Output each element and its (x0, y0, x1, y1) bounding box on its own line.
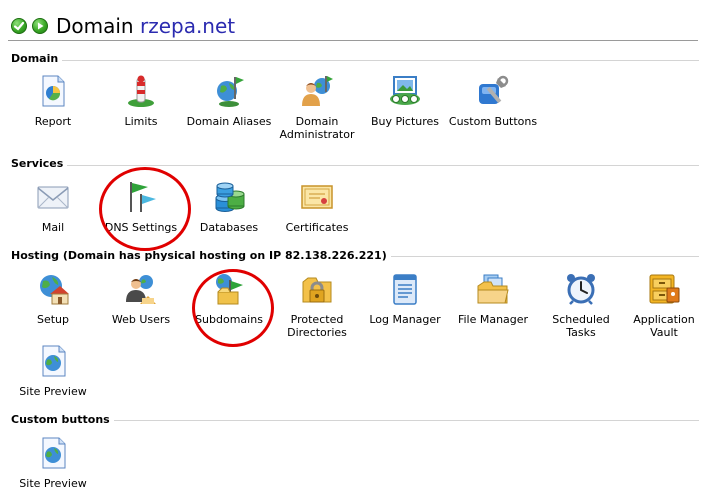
section-divider (11, 420, 699, 421)
domain-aliases-icon (212, 74, 246, 108)
site-preview-icon (36, 436, 70, 470)
tile-report[interactable]: Report (8, 74, 98, 128)
tile-scheduled-tasks[interactable]: Scheduled Tasks (536, 272, 626, 339)
forward-button[interactable] (32, 18, 48, 34)
page-title-prefix: Domain (56, 14, 134, 38)
log-manager-icon (388, 272, 422, 306)
buy-pictures-icon (388, 74, 422, 108)
tile-setup[interactable]: Setup (8, 272, 98, 326)
web-users-icon (124, 272, 158, 306)
page-title: Domain rzepa.net (56, 13, 235, 39)
checkmark-icon (13, 21, 25, 31)
tile-label: File Manager (457, 313, 529, 326)
tile-label: Scheduled Tasks (552, 313, 610, 339)
domain-administrator-icon (300, 74, 334, 108)
custom-buttons-icon (476, 74, 510, 108)
scheduled-tasks-icon (564, 272, 598, 306)
tile-label: Buy Pictures (370, 115, 440, 128)
tile-domain-administrator[interactable]: Domain Administrator (272, 74, 362, 141)
tile-label: Web Users (111, 313, 171, 326)
page-title-domain: rzepa.net (139, 14, 236, 38)
tile-custom-site-preview[interactable]: Site Preview (8, 436, 98, 490)
application-vault-icon (647, 272, 681, 306)
header-divider (8, 40, 698, 41)
section-title-custom-buttons: Custom buttons (11, 413, 114, 427)
mail-icon (36, 180, 70, 214)
tile-custom-buttons[interactable]: Custom Buttons (448, 74, 538, 128)
tile-site-preview[interactable]: Site Preview (8, 344, 98, 398)
report-icon (36, 74, 70, 108)
tile-domain-aliases[interactable]: Domain Aliases (184, 74, 274, 128)
tile-label: Setup (36, 313, 70, 326)
section-title-services: Services (11, 157, 68, 171)
tile-label: Certificates (285, 221, 349, 234)
subdomains-icon (212, 272, 246, 306)
tile-label: Domain Administrator (279, 115, 355, 141)
tile-log-manager[interactable]: Log Manager (360, 272, 450, 326)
tile-file-manager[interactable]: File Manager (448, 272, 538, 326)
tile-buy-pictures[interactable]: Buy Pictures (360, 74, 450, 128)
file-manager-icon (476, 272, 510, 306)
tile-label: Databases (199, 221, 259, 234)
tile-label: Protected Directories (287, 313, 347, 339)
tile-label: Application Vault (633, 313, 695, 339)
limits-icon (124, 74, 158, 108)
tile-label: Subdomains (195, 313, 263, 326)
tile-certificates[interactable]: Certificates (272, 180, 362, 234)
tile-label: Custom Buttons (448, 115, 538, 128)
section-divider (11, 165, 699, 166)
tile-label: Report (34, 115, 72, 128)
tile-databases[interactable]: Databases (184, 180, 274, 234)
play-arrow-icon (38, 22, 44, 30)
tile-label: Site Preview (19, 385, 87, 398)
page-header: Domain rzepa.net (0, 0, 703, 42)
section-title-hosting: Hosting (Domain has physical hosting on … (11, 249, 391, 263)
tile-dns-settings[interactable]: DNS Settings (96, 180, 186, 234)
tile-label: Mail (41, 221, 65, 234)
protected-directories-icon (300, 272, 334, 306)
tile-label: Site Preview (19, 477, 87, 490)
tile-web-users[interactable]: Web Users (96, 272, 186, 326)
tile-limits[interactable]: Limits (96, 74, 186, 128)
tile-application-vault[interactable]: Application Vault (624, 272, 703, 339)
tile-mail[interactable]: Mail (8, 180, 98, 234)
dns-settings-icon (124, 180, 158, 214)
setup-icon (36, 272, 70, 306)
tile-label: Log Manager (369, 313, 441, 326)
section-title-domain: Domain (11, 52, 63, 66)
tile-label: DNS Settings (104, 221, 178, 234)
tile-label: Domain Aliases (186, 115, 272, 128)
certificates-icon (300, 180, 334, 214)
site-preview-icon (36, 344, 70, 378)
tile-subdomains[interactable]: Subdomains (184, 272, 274, 326)
section-divider (11, 60, 699, 61)
databases-icon (212, 180, 246, 214)
tile-label: Limits (124, 115, 158, 128)
control-panel-page: Domain rzepa.net Domain Report Limits Do… (0, 0, 703, 493)
tile-protected-directories[interactable]: Protected Directories (272, 272, 362, 339)
back-button[interactable] (11, 18, 27, 34)
